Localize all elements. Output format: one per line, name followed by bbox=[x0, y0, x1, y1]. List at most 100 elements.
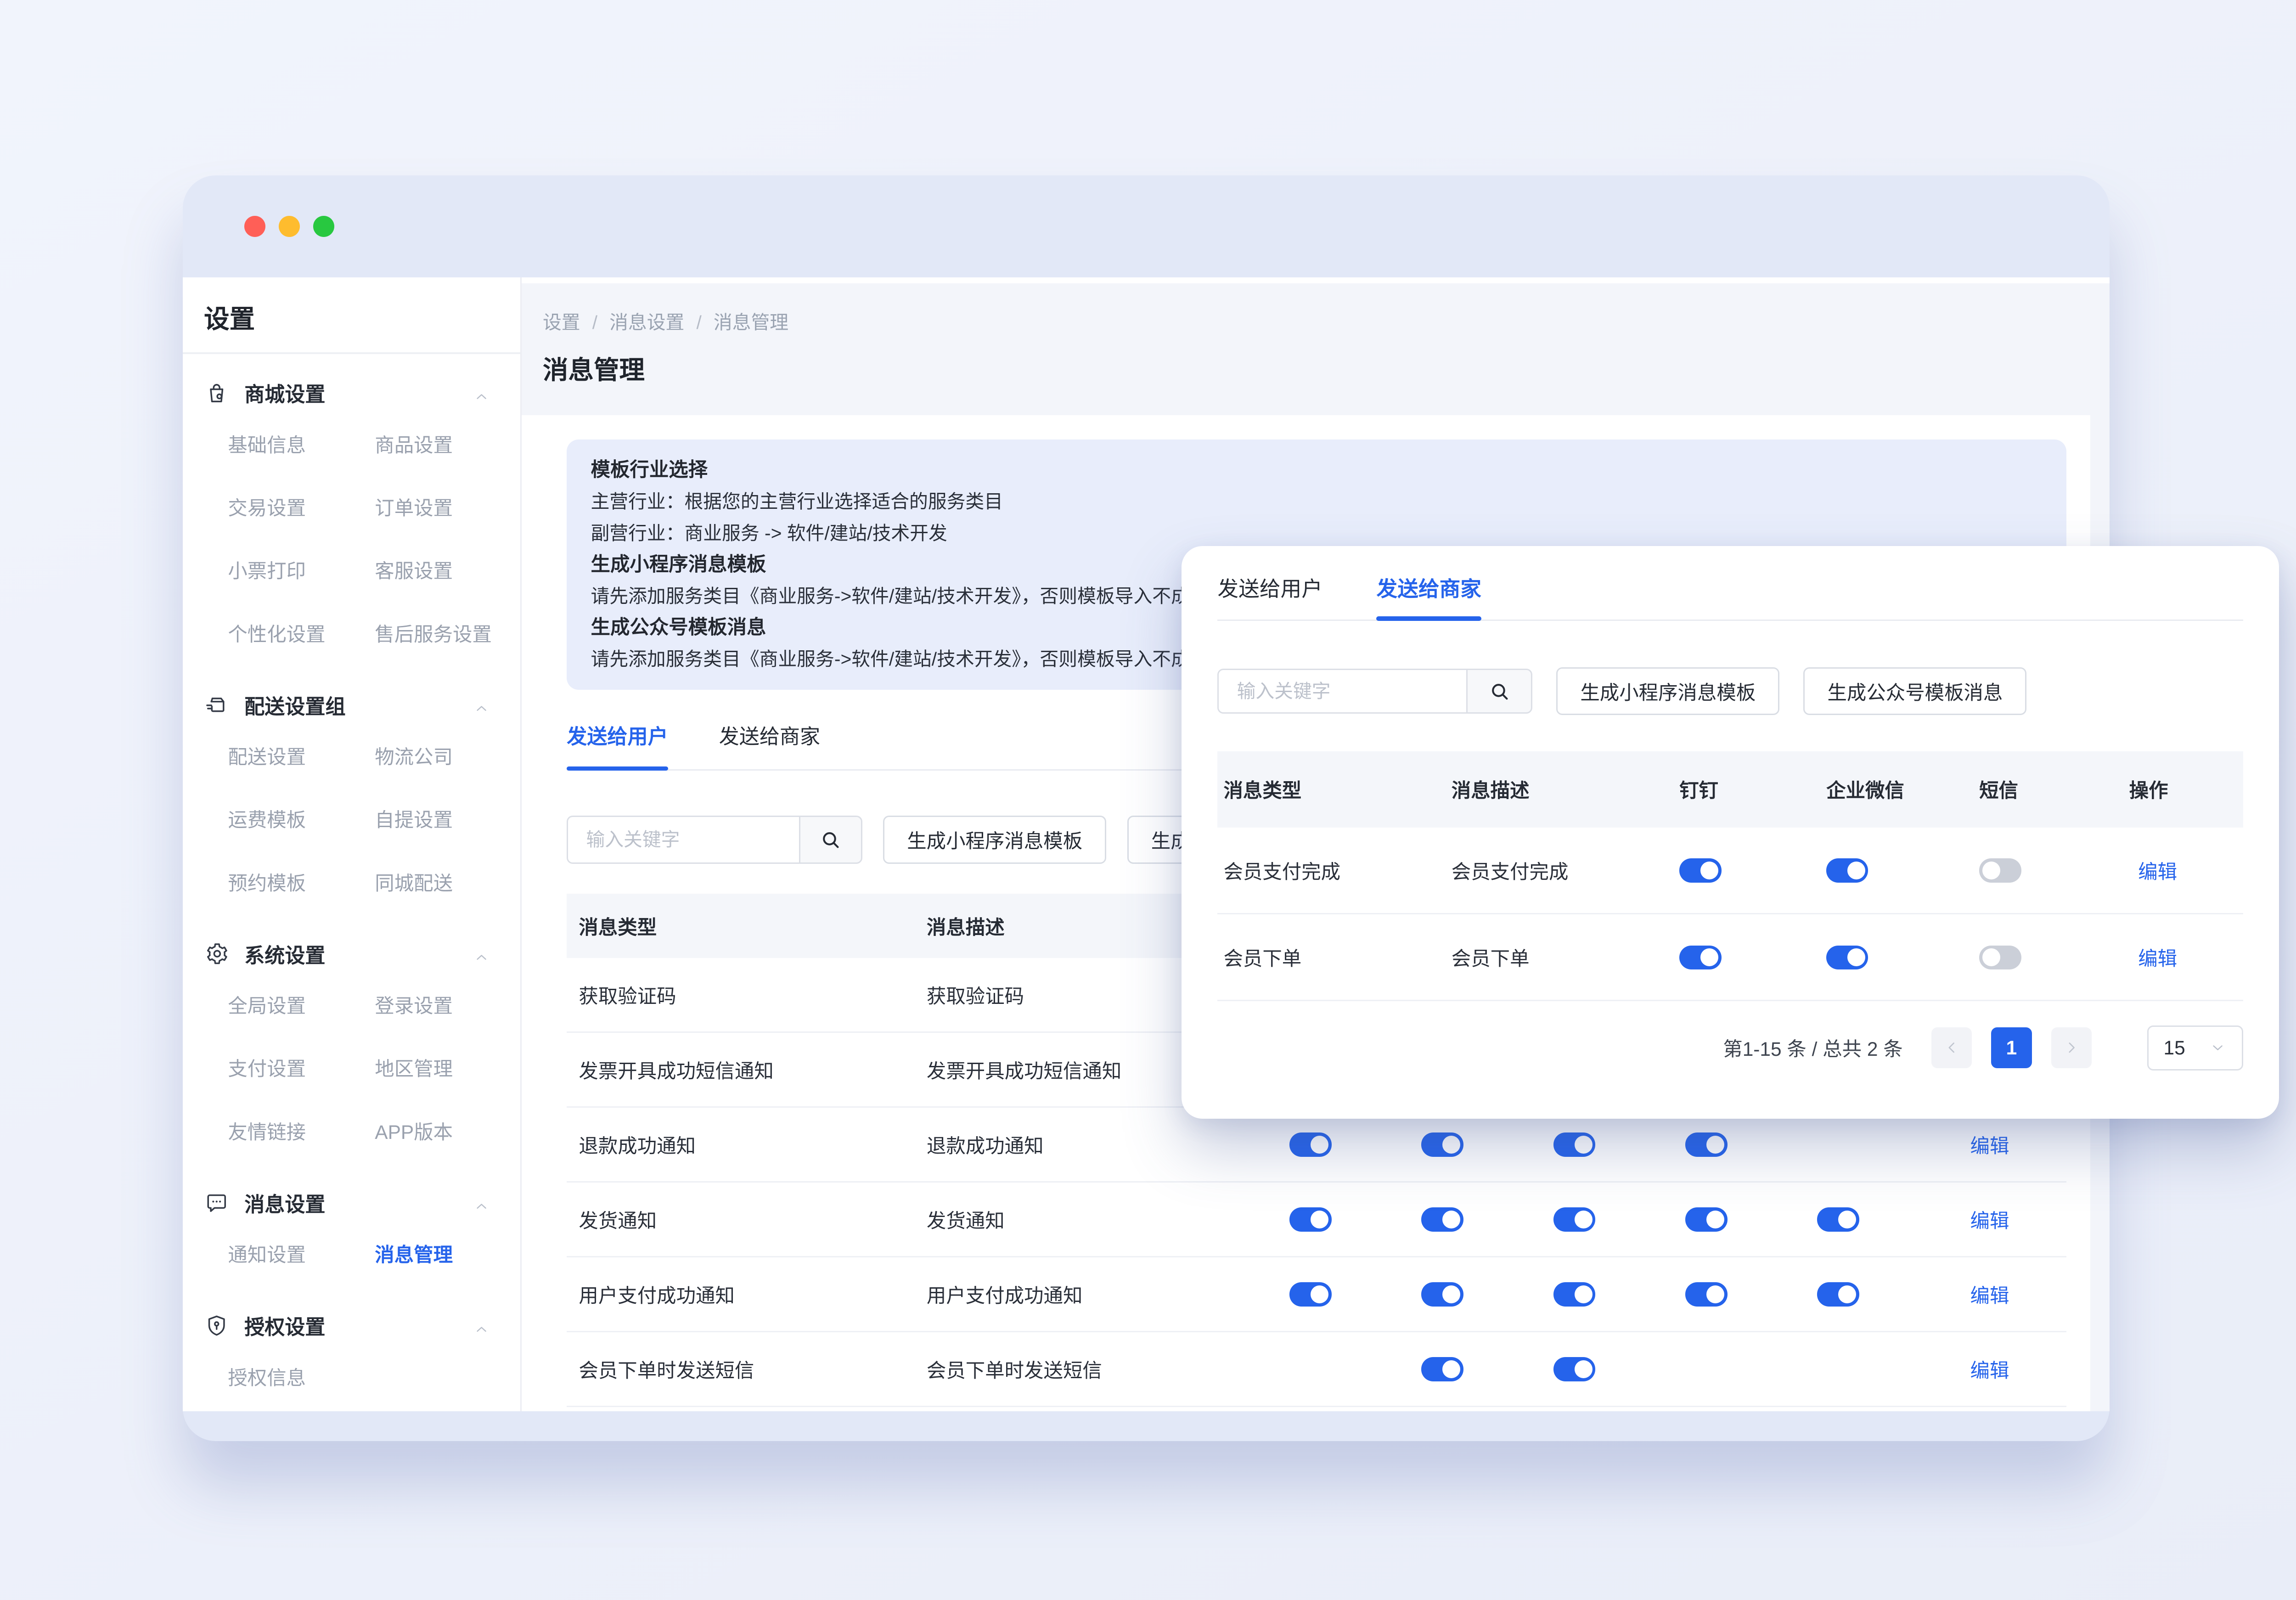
generate-miniprogram-template-button[interactable]: 生成小程序消息模板 bbox=[883, 816, 1106, 863]
toggle-cell bbox=[1550, 1207, 1682, 1232]
search-input[interactable] bbox=[567, 816, 799, 863]
message-desc-cell: 会员下单 bbox=[1446, 943, 1673, 971]
column-header: 消息类型 bbox=[567, 912, 915, 940]
toggle-on[interactable] bbox=[1289, 1207, 1331, 1231]
sidebar-item[interactable]: 地区管理 bbox=[375, 1037, 520, 1100]
chevron-up-icon bbox=[473, 384, 490, 402]
toggle-on[interactable] bbox=[1679, 858, 1721, 882]
toggle-knob bbox=[1847, 948, 1865, 966]
sidebar-item[interactable]: 同城配送 bbox=[375, 852, 520, 915]
search-icon bbox=[1488, 680, 1511, 703]
breadcrumb-item[interactable]: 消息管理 bbox=[714, 312, 788, 333]
search-button[interactable] bbox=[799, 816, 862, 863]
minimize-window-button[interactable] bbox=[279, 216, 300, 237]
chevron-up-icon bbox=[473, 696, 490, 714]
sidebar-item[interactable]: 授权信息 bbox=[228, 1346, 375, 1409]
edit-link[interactable]: 编辑 bbox=[1958, 1131, 2009, 1159]
toggle-off[interactable] bbox=[1979, 946, 2021, 969]
page-size-select[interactable]: 15 bbox=[2147, 1025, 2243, 1070]
maximize-window-button[interactable] bbox=[313, 216, 334, 237]
sidebar-item[interactable]: 自提设置 bbox=[375, 789, 520, 851]
edit-link[interactable]: 编辑 bbox=[1958, 1206, 2009, 1234]
sidebar-group-header[interactable]: 商城设置 bbox=[204, 372, 500, 414]
chevron-down-icon bbox=[2209, 1039, 2227, 1057]
window-titlebar bbox=[183, 175, 2110, 277]
toggle-on[interactable] bbox=[1685, 1282, 1727, 1306]
sidebar-item[interactable]: 售后服务设置 bbox=[375, 603, 520, 666]
toggle-on[interactable] bbox=[1421, 1357, 1463, 1381]
toggle-on[interactable] bbox=[1421, 1132, 1463, 1156]
sidebar-item[interactable]: APP版本 bbox=[375, 1101, 520, 1164]
column-header: 钉钉 bbox=[1673, 775, 1820, 803]
tab-inactive[interactable]: 发送给用户 bbox=[1217, 576, 1322, 620]
toggle-on[interactable] bbox=[1817, 1207, 1859, 1231]
toggle-on[interactable] bbox=[1553, 1357, 1595, 1381]
close-window-button[interactable] bbox=[244, 216, 265, 237]
message-type-cell: 会员下单 bbox=[1217, 943, 1445, 971]
toggle-on[interactable] bbox=[1289, 1132, 1331, 1156]
sidebar-group-header[interactable]: 配送设置组 bbox=[204, 684, 500, 726]
breadcrumb: 设置/消息设置/消息管理 bbox=[543, 307, 788, 334]
sidebar-item[interactable]: 配送设置 bbox=[228, 726, 375, 789]
edit-link[interactable]: 编辑 bbox=[2129, 856, 2177, 885]
sidebar-group-items: 通知设置消息管理 bbox=[183, 1223, 520, 1286]
toggle-on[interactable] bbox=[1421, 1282, 1463, 1306]
sidebar-group-header[interactable]: 消息设置 bbox=[204, 1182, 500, 1223]
sidebar-item[interactable]: 交易设置 bbox=[228, 477, 375, 540]
modal-search-input[interactable] bbox=[1217, 669, 1466, 714]
toggle-knob bbox=[1706, 1211, 1724, 1228]
page-size-value: 15 bbox=[2164, 1037, 2185, 1059]
sidebar-item[interactable]: 消息管理 bbox=[375, 1223, 520, 1286]
toggle-on[interactable] bbox=[1553, 1132, 1595, 1156]
toggle-knob bbox=[1982, 948, 2000, 966]
page-1-button[interactable]: 1 bbox=[1991, 1027, 2032, 1068]
tab-active[interactable]: 发送给商家 bbox=[1376, 576, 1481, 620]
sidebar-item[interactable]: 订单设置 bbox=[375, 477, 520, 540]
edit-link[interactable]: 编辑 bbox=[1958, 1280, 2009, 1308]
edit-link[interactable]: 编辑 bbox=[1958, 1355, 2009, 1383]
sidebar-item[interactable]: 商品设置 bbox=[375, 414, 520, 477]
toggle-off[interactable] bbox=[1979, 858, 2021, 882]
toggle-on[interactable] bbox=[1553, 1282, 1595, 1306]
toggle-on[interactable] bbox=[1421, 1207, 1463, 1231]
sidebar-item[interactable]: 运费模板 bbox=[228, 789, 375, 851]
sidebar-item[interactable]: 客服设置 bbox=[375, 540, 520, 603]
toggle-on[interactable] bbox=[1679, 946, 1721, 969]
modal-search-button[interactable] bbox=[1466, 669, 1532, 714]
toggle-on[interactable] bbox=[1826, 946, 1868, 969]
sidebar-item[interactable]: 支付设置 bbox=[228, 1037, 375, 1100]
breadcrumb-separator: / bbox=[696, 312, 701, 333]
breadcrumb-item[interactable]: 设置 bbox=[543, 312, 580, 333]
sidebar-group-header[interactable]: 系统设置 bbox=[204, 933, 500, 975]
generate-official-account-template-button[interactable]: 生成公众号模板消息 bbox=[1803, 667, 2026, 715]
toggle-on[interactable] bbox=[1553, 1207, 1595, 1231]
toggle-on[interactable] bbox=[1289, 1282, 1331, 1306]
sidebar-item[interactable]: 预约模板 bbox=[228, 852, 375, 915]
previous-page-button[interactable] bbox=[1931, 1027, 1972, 1068]
sidebar-item[interactable]: 友情链接 bbox=[228, 1101, 375, 1164]
page-title: 消息管理 bbox=[543, 349, 645, 386]
toggle-on[interactable] bbox=[1817, 1282, 1859, 1306]
search-icon bbox=[819, 828, 842, 851]
toggle-cell bbox=[1287, 1132, 1418, 1157]
sidebar-item[interactable]: 基础信息 bbox=[228, 414, 375, 477]
tab-active[interactable]: 发送给用户 bbox=[567, 723, 668, 769]
toggle-on[interactable] bbox=[1826, 858, 1868, 882]
generate-miniprogram-template-button[interactable]: 生成小程序消息模板 bbox=[1556, 667, 1779, 715]
breadcrumb-item[interactable]: 消息设置 bbox=[609, 312, 684, 333]
sidebar-group-header[interactable]: 授权设置 bbox=[204, 1305, 500, 1346]
sidebar-item[interactable]: 通知设置 bbox=[228, 1223, 375, 1286]
sidebar-item[interactable]: 小票打印 bbox=[228, 540, 375, 603]
next-page-button[interactable] bbox=[2051, 1027, 2092, 1068]
toggle-on[interactable] bbox=[1685, 1132, 1727, 1156]
sidebar-item[interactable]: 全局设置 bbox=[228, 975, 375, 1037]
sidebar-item[interactable]: 登录设置 bbox=[375, 975, 520, 1037]
sidebar-item[interactable]: 物流公司 bbox=[375, 726, 520, 789]
sidebar-item[interactable]: 个性化设置 bbox=[228, 603, 375, 666]
message-icon bbox=[204, 1190, 230, 1216]
edit-link[interactable]: 编辑 bbox=[2129, 943, 2177, 971]
action-cell: 编辑 bbox=[2123, 856, 2243, 885]
message-desc-cell: 会员下单时发送短信 bbox=[915, 1355, 1287, 1383]
toggle-on[interactable] bbox=[1685, 1207, 1727, 1231]
tab-inactive[interactable]: 发送给商家 bbox=[719, 723, 820, 769]
